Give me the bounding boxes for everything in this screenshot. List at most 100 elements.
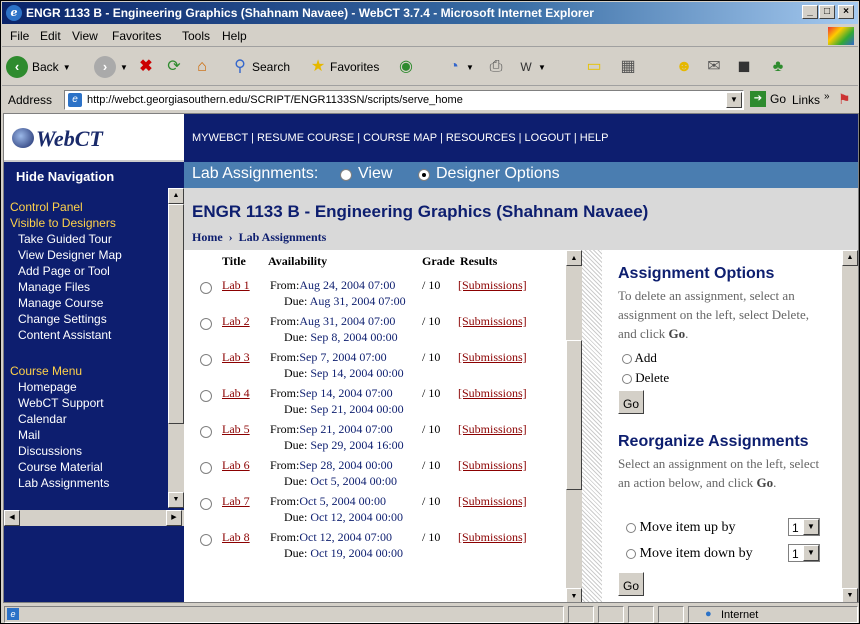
lab-link[interactable]: Lab 3	[222, 350, 250, 365]
webct-logo[interactable]: WebCT	[4, 114, 184, 162]
media-button[interactable]: ◉	[394, 54, 418, 80]
sidebar-item-manage-course[interactable]: Manage Course	[18, 296, 103, 310]
stop-button[interactable]: ✖	[134, 54, 158, 80]
sidebar-horizontal-scrollbar[interactable]: ◀ ▶	[4, 510, 184, 526]
menu-file[interactable]: File	[10, 29, 29, 43]
submissions-link[interactable]: [Submissions]	[458, 458, 527, 473]
submissions-link[interactable]: [Submissions]	[458, 314, 527, 329]
row-select-radio[interactable]	[200, 390, 212, 402]
sidebar-item-manage-files[interactable]: Manage Files	[18, 280, 90, 294]
messenger-button[interactable]: ☻	[672, 54, 696, 80]
sidebar-item-content-assistant[interactable]: Content Assistant	[18, 328, 111, 342]
sidebar-item-discussions[interactable]: Discussions	[18, 444, 82, 458]
view-radio-label[interactable]: View	[358, 165, 392, 183]
lab-link[interactable]: Lab 5	[222, 422, 250, 437]
submissions-link[interactable]: [Submissions]	[458, 278, 527, 293]
scroll-right-icon[interactable]: ▶	[166, 510, 182, 526]
move-down-radio[interactable]	[626, 548, 636, 559]
print-button[interactable]: ⎙	[484, 54, 508, 80]
designer-options-radio[interactable]	[418, 169, 430, 181]
move-down-select[interactable]: 1 ▼	[788, 544, 820, 562]
top-nav-links[interactable]: MYWEBCT | RESUME COURSE | COURSE MAP | R…	[192, 132, 608, 144]
row-select-radio[interactable]	[200, 318, 212, 330]
move-up-radio[interactable]	[626, 522, 636, 533]
menu-favorites[interactable]: Favorites	[112, 29, 161, 43]
extra-icon[interactable]: ⚑	[838, 91, 851, 108]
close-button[interactable]: ×	[838, 5, 854, 19]
lab-link[interactable]: Lab 8	[222, 530, 250, 545]
sidebar-item-add-page[interactable]: Add Page or Tool	[18, 264, 110, 278]
refresh-button[interactable]: ⟳	[162, 54, 186, 80]
scroll-left-icon[interactable]: ◀	[4, 510, 20, 526]
forward-button[interactable]: › ▼	[94, 54, 128, 80]
scroll-up-icon[interactable]: ▲	[168, 188, 184, 204]
row-select-radio[interactable]	[200, 498, 212, 510]
favorites-button[interactable]: ★ Favorites	[306, 54, 380, 80]
maximize-button[interactable]: □	[819, 5, 835, 19]
menu-help[interactable]: Help	[222, 29, 247, 43]
sidebar-item-course-material[interactable]: Course Material	[18, 460, 103, 474]
list-scrollbar[interactable]: ▲ ▼	[566, 250, 582, 602]
move-down-option[interactable]: Move item down by	[626, 544, 753, 563]
view-radio[interactable]	[340, 169, 352, 181]
move-up-option[interactable]: Move item up by	[626, 518, 736, 537]
reorganize-go-button[interactable]: Go	[618, 572, 645, 596]
list-scroll-thumb[interactable]	[566, 340, 582, 490]
edit-button[interactable]: W ▼	[514, 54, 546, 80]
discuss-button[interactable]: ▭	[582, 54, 606, 80]
delete-option[interactable]: Delete	[622, 368, 669, 387]
search-button[interactable]: ⚲ Search	[228, 54, 290, 80]
calculator-button[interactable]: ▦	[616, 54, 640, 80]
sidebar-item-calendar[interactable]: Calendar	[18, 412, 67, 426]
row-select-radio[interactable]	[200, 282, 212, 294]
breadcrumb-home[interactable]: Home	[192, 230, 223, 244]
matlab-button[interactable]: ◼	[732, 54, 756, 80]
go-button[interactable]: ➔ Go	[750, 91, 786, 107]
assignment-go-button[interactable]: Go	[618, 390, 645, 414]
home-button[interactable]: ⌂	[190, 54, 214, 80]
lab-link[interactable]: Lab 1	[222, 278, 250, 293]
minimize-button[interactable]: _	[802, 5, 818, 19]
sidebar-item-lab-assignments[interactable]: Lab Assignments	[18, 476, 109, 490]
lab-link[interactable]: Lab 7	[222, 494, 250, 509]
submissions-link[interactable]: [Submissions]	[458, 422, 527, 437]
links-button[interactable]: Links	[792, 93, 820, 107]
history-button[interactable]: ◔ ▼	[442, 54, 474, 80]
users-button[interactable]: ♣	[766, 54, 790, 80]
sidebar-scrollbar[interactable]: ▲ ▼	[168, 188, 184, 508]
hide-navigation-link[interactable]: Hide Navigation	[4, 162, 184, 188]
sidebar-item-mail[interactable]: Mail	[18, 428, 40, 442]
row-select-radio[interactable]	[200, 426, 212, 438]
submissions-link[interactable]: [Submissions]	[458, 530, 527, 545]
sidebar-item-change-settings[interactable]: Change Settings	[18, 312, 107, 326]
scroll-up-icon[interactable]: ▲	[566, 250, 582, 266]
add-radio[interactable]	[622, 354, 632, 365]
scroll-down-icon[interactable]: ▼	[168, 492, 184, 508]
delete-radio[interactable]	[622, 374, 632, 385]
breadcrumb-current[interactable]: Lab Assignments	[239, 230, 327, 244]
lab-link[interactable]: Lab 2	[222, 314, 250, 329]
move-up-select[interactable]: 1 ▼	[788, 518, 820, 536]
frame-divider[interactable]	[582, 250, 602, 602]
chevron-down-icon[interactable]: ▼	[803, 519, 819, 535]
row-select-radio[interactable]	[200, 462, 212, 474]
scroll-down-icon[interactable]: ▼	[842, 588, 858, 602]
submissions-link[interactable]: [Submissions]	[458, 350, 527, 365]
designer-options-label[interactable]: Designer Options	[436, 165, 560, 183]
submissions-link[interactable]: [Submissions]	[458, 494, 527, 509]
address-dropdown-button[interactable]: ▼	[726, 92, 742, 108]
lab-link[interactable]: Lab 6	[222, 458, 250, 473]
scroll-down-icon[interactable]: ▼	[566, 588, 582, 602]
scroll-up-icon[interactable]: ▲	[842, 250, 858, 266]
row-select-radio[interactable]	[200, 534, 212, 546]
add-option[interactable]: Add	[622, 348, 657, 367]
sidebar-control-panel[interactable]: Control Panel	[10, 200, 83, 214]
sidebar-scroll-thumb[interactable]	[168, 204, 184, 424]
lab-link[interactable]: Lab 4	[222, 386, 250, 401]
sidebar-item-webct-support[interactable]: WebCT Support	[18, 396, 104, 410]
menu-edit[interactable]: Edit	[40, 29, 61, 43]
sidebar-item-designer-map[interactable]: View Designer Map	[18, 248, 122, 262]
submissions-link[interactable]: [Submissions]	[458, 386, 527, 401]
chevron-down-icon[interactable]: ▼	[803, 545, 819, 561]
back-button[interactable]: ‹ Back ▼	[6, 54, 71, 80]
